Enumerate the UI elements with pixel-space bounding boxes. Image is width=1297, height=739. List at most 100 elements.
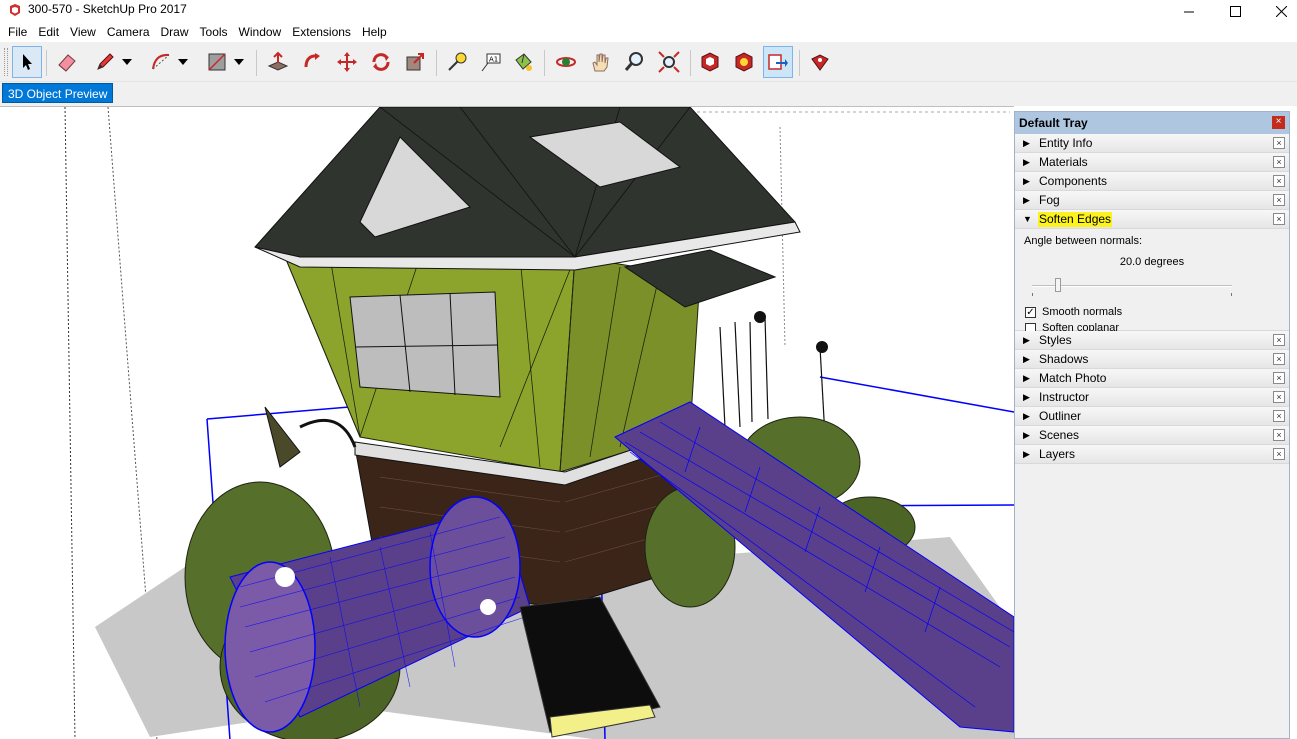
- pencil-tool-button[interactable]: [90, 46, 120, 78]
- expand-arrow-icon: ▶: [1023, 411, 1030, 421]
- toolbar-separator: [799, 50, 800, 76]
- rectangle-tool-button[interactable]: [202, 46, 232, 78]
- pan-icon: [592, 53, 609, 72]
- menu-window[interactable]: Window: [235, 22, 286, 42]
- extension-warehouse-icon: [735, 52, 753, 72]
- arc-dropdown-button[interactable]: [174, 46, 192, 78]
- tape-measure-tool-button[interactable]: [442, 46, 472, 78]
- paint-bucket-tool-button[interactable]: [508, 46, 538, 78]
- maximize-button[interactable]: [1212, 0, 1258, 22]
- menu-bar: File Edit View Camera Draw Tools Window …: [0, 22, 1297, 42]
- panel-materials[interactable]: ▶ Materials ×: [1015, 153, 1289, 172]
- close-icon: [1275, 5, 1287, 17]
- main-toolbar: A1: [0, 42, 1297, 82]
- menu-camera[interactable]: Camera: [103, 22, 154, 42]
- smooth-normals-row[interactable]: ✓ Smooth normals: [1025, 306, 1122, 318]
- orbit-tool-button[interactable]: [551, 46, 581, 78]
- panel-close-button[interactable]: ×: [1273, 410, 1285, 422]
- move-icon: [337, 52, 357, 72]
- rotate-icon: [372, 53, 390, 71]
- 3d-model-render: [64, 107, 1014, 739]
- chevron-down-icon: [178, 59, 188, 65]
- menu-extensions[interactable]: Extensions: [288, 22, 355, 42]
- panel-components[interactable]: ▶ Components ×: [1015, 172, 1289, 191]
- panel-label: Layers: [1039, 447, 1076, 461]
- toolbar-grip[interactable]: [4, 48, 8, 76]
- panel-close-button[interactable]: ×: [1273, 353, 1285, 365]
- minimize-button[interactable]: [1166, 0, 1212, 22]
- menu-help[interactable]: Help: [358, 22, 391, 42]
- panel-match-photo[interactable]: ▶ Match Photo ×: [1015, 369, 1289, 388]
- menu-tools[interactable]: Tools: [196, 22, 232, 42]
- expand-arrow-icon: ▶: [1023, 195, 1030, 205]
- chevron-down-icon: [122, 59, 132, 65]
- panel-instructor[interactable]: ▶ Instructor ×: [1015, 388, 1289, 407]
- panel-close-button[interactable]: ×: [1273, 334, 1285, 346]
- panel-close-button[interactable]: ×: [1273, 391, 1285, 403]
- menu-file[interactable]: File: [4, 22, 31, 42]
- zoom-extents-tool-button[interactable]: [654, 46, 684, 78]
- eraser-tool-button[interactable]: [52, 46, 82, 78]
- select-tool-button[interactable]: [12, 46, 42, 78]
- orbit-icon: [556, 57, 576, 67]
- tray-close-button[interactable]: ×: [1272, 116, 1285, 129]
- angle-slider-track[interactable]: [1032, 285, 1232, 287]
- panel-layers[interactable]: ▶ Layers ×: [1015, 445, 1289, 464]
- panel-close-button[interactable]: ×: [1273, 194, 1285, 206]
- panel-label: Match Photo: [1039, 371, 1107, 385]
- scene-tab-3d-object-preview[interactable]: 3D Object Preview: [2, 83, 114, 103]
- panel-label: Instructor: [1039, 390, 1090, 404]
- panel-fog[interactable]: ▶ Fog ×: [1015, 191, 1289, 210]
- arc-tool-button[interactable]: [146, 46, 176, 78]
- smooth-normals-checkbox[interactable]: ✓: [1025, 306, 1036, 318]
- scale-tool-button[interactable]: [400, 46, 430, 78]
- minimize-icon: [1183, 11, 1194, 12]
- close-window-button[interactable]: [1258, 0, 1297, 22]
- panel-close-button[interactable]: ×: [1273, 137, 1285, 149]
- window-title: 300-570 - SketchUp Pro 2017: [28, 2, 187, 16]
- move-tool-button[interactable]: [332, 46, 362, 78]
- follow-me-tool-button[interactable]: [298, 46, 328, 78]
- panel-outliner[interactable]: ▶ Outliner ×: [1015, 407, 1289, 426]
- model-viewport[interactable]: [0, 106, 1014, 739]
- pencil-dropdown-button[interactable]: [118, 46, 136, 78]
- expand-arrow-icon: ▶: [1023, 373, 1030, 383]
- tray-title: Default Tray: [1019, 116, 1088, 130]
- panel-label: Components: [1039, 174, 1108, 188]
- collapse-arrow-icon: ▼: [1023, 214, 1032, 224]
- tray-header: Default Tray ×: [1015, 112, 1289, 134]
- expand-arrow-icon: ▶: [1023, 138, 1030, 148]
- panel-scenes[interactable]: ▶ Scenes ×: [1015, 426, 1289, 445]
- push-pull-tool-button[interactable]: [263, 46, 293, 78]
- zoom-extents-icon: [658, 51, 680, 73]
- panel-shadows[interactable]: ▶ Shadows ×: [1015, 350, 1289, 369]
- extension-warehouse-button[interactable]: [729, 46, 759, 78]
- panel-entity-info[interactable]: ▶ Entity Info ×: [1015, 134, 1289, 153]
- panel-close-button[interactable]: ×: [1273, 429, 1285, 441]
- text-tool-button[interactable]: A1: [476, 46, 506, 78]
- panel-close-button[interactable]: ×: [1273, 175, 1285, 187]
- rotate-tool-button[interactable]: [366, 46, 396, 78]
- send-to-layout-button[interactable]: [763, 46, 793, 78]
- maximize-icon: [1229, 5, 1241, 17]
- panel-close-button[interactable]: ×: [1273, 213, 1285, 225]
- follow-me-icon: [304, 53, 320, 68]
- extension-manager-button[interactable]: [805, 46, 835, 78]
- zoom-tool-button[interactable]: [619, 46, 649, 78]
- title-bar: 300-570 - SketchUp Pro 2017: [0, 0, 1297, 22]
- toolbar-separator: [544, 50, 545, 76]
- warehouse-button[interactable]: [695, 46, 725, 78]
- panel-styles[interactable]: ▶ Styles ×: [1015, 331, 1289, 350]
- panel-close-button[interactable]: ×: [1273, 156, 1285, 168]
- menu-draw[interactable]: Draw: [157, 22, 193, 42]
- menu-view[interactable]: View: [66, 22, 100, 42]
- rectangle-dropdown-button[interactable]: [230, 46, 248, 78]
- panel-soften-edges[interactable]: ▼ Soften Edges ×: [1015, 210, 1289, 229]
- pan-tool-button[interactable]: [585, 46, 615, 78]
- slider-tick: [1032, 293, 1033, 296]
- panel-close-button[interactable]: ×: [1273, 372, 1285, 384]
- panel-close-button[interactable]: ×: [1273, 448, 1285, 460]
- angle-slider-thumb[interactable]: [1055, 278, 1061, 292]
- angle-label: Angle between normals:: [1024, 235, 1143, 247]
- menu-edit[interactable]: Edit: [34, 22, 63, 42]
